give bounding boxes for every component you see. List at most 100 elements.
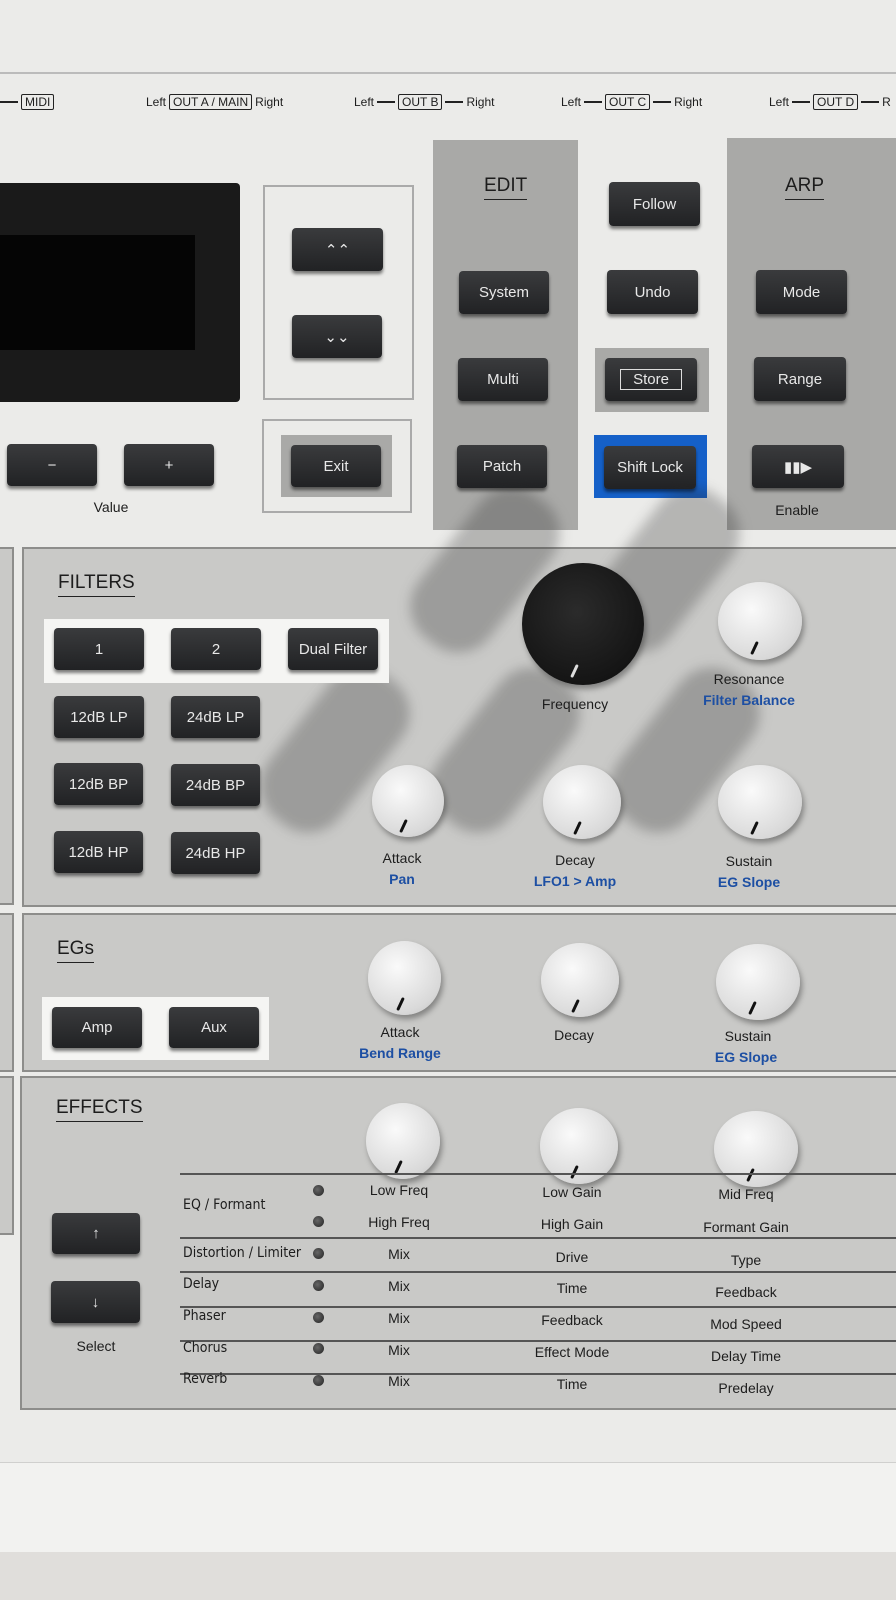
bend-range-label: Bend Range	[359, 1045, 441, 1061]
filters-title: FILTERS	[58, 572, 135, 597]
filter-eg-slope-label: EG Slope	[717, 874, 781, 890]
nav-box	[263, 185, 414, 400]
effect-param3-knob[interactable]	[714, 1111, 798, 1187]
24db-hp-button[interactable]: 24dB HP	[171, 832, 260, 874]
midi-label: MIDI	[21, 94, 55, 110]
delay-led	[313, 1280, 324, 1291]
filter-balance-label: Filter Balance	[703, 692, 795, 708]
12db-lp-button[interactable]: 12dB LP	[54, 696, 144, 738]
aux-eg-button[interactable]: Aux	[169, 1007, 259, 1048]
lcd-display	[0, 183, 240, 402]
egs-title: EGs	[57, 938, 94, 963]
effects-cell: Mix	[388, 1246, 410, 1262]
effects-cell: Mod Speed	[710, 1316, 782, 1332]
table-divider	[180, 1271, 896, 1273]
effect-select-up-button[interactable]: ↑	[52, 1213, 140, 1254]
system-button[interactable]: System	[459, 271, 549, 314]
filter-attack-knob[interactable]	[372, 765, 444, 837]
filter-sustain-knob[interactable]	[718, 765, 802, 839]
enable-label: Enable	[775, 502, 819, 518]
eg-attack-knob[interactable]	[368, 941, 441, 1015]
right-label: Right	[674, 95, 703, 109]
effect-select-down-button[interactable]: ↓	[51, 1281, 140, 1323]
distortion-led	[313, 1248, 324, 1259]
value-label: Value	[93, 499, 129, 515]
table-divider	[180, 1306, 896, 1308]
effects-cell: Feedback	[541, 1312, 603, 1328]
effects-row-name: Phaser	[183, 1308, 226, 1324]
effects-row-name: Chorus	[183, 1340, 228, 1356]
value-plus-button[interactable]: +	[124, 444, 214, 486]
frequency-label: Frequency	[541, 696, 609, 712]
eg-decay-knob[interactable]	[541, 943, 619, 1017]
12db-bp-button[interactable]: 12dB BP	[54, 763, 143, 805]
out-c: OUT C	[605, 94, 651, 110]
left-strip	[0, 1076, 14, 1235]
follow-button[interactable]: Follow	[609, 182, 700, 226]
store-label: Store	[620, 369, 682, 390]
dual-filter-button[interactable]: Dual Filter	[288, 628, 378, 670]
effects-cell: Time	[556, 1280, 588, 1296]
arp-mode-button[interactable]: Mode	[756, 270, 847, 314]
effects-cell: Time	[556, 1376, 588, 1392]
out-d: OUT D	[813, 94, 859, 110]
left-label: Left	[561, 95, 582, 109]
chorus-led	[313, 1343, 324, 1354]
filter-sustain-label: Sustain	[725, 853, 773, 869]
eg-sustain-label: Sustain	[724, 1028, 772, 1044]
edit-title: EDIT	[484, 175, 528, 200]
effects-cell: Type	[730, 1252, 762, 1268]
page-up-button[interactable]: ⌃⌃	[292, 228, 383, 271]
effects-cell: Drive	[555, 1249, 589, 1265]
eg-slope-label: EG Slope	[714, 1049, 778, 1065]
pan-label: Pan	[389, 871, 415, 887]
patch-button[interactable]: Patch	[457, 445, 547, 488]
arp-enable-button[interactable]: ▮▮▶	[752, 445, 844, 488]
effects-row-name: Reverb	[183, 1371, 228, 1387]
frequency-knob[interactable]	[522, 563, 644, 685]
table-divider	[180, 1237, 896, 1239]
out-a-label: Left OUT A / MAIN Right	[146, 94, 283, 110]
out-d-label: Left OUT D R	[769, 94, 891, 110]
left-strip	[0, 547, 14, 905]
arp-range-button[interactable]: Range	[754, 357, 846, 401]
out-b-label: Left OUT B Right	[354, 94, 494, 110]
effects-cell: Mix	[388, 1310, 410, 1326]
effects-cell: Mid Freq	[718, 1186, 774, 1202]
eg-attack-label: Attack	[380, 1024, 420, 1040]
value-minus-button[interactable]: −	[7, 444, 97, 486]
exit-button[interactable]: Exit	[291, 445, 381, 487]
left-strip	[0, 913, 14, 1072]
filter-1-button[interactable]: 1	[54, 628, 144, 670]
shift-lock-button[interactable]: Shift Lock	[604, 446, 696, 489]
effects-row-name: EQ / Formant	[183, 1197, 266, 1213]
page-down-button[interactable]: ⌄⌄	[292, 315, 382, 358]
12db-hp-button[interactable]: 12dB HP	[54, 831, 143, 873]
amp-eg-button[interactable]: Amp	[52, 1007, 142, 1048]
table-divider	[180, 1173, 896, 1175]
right-label: Right	[466, 95, 495, 109]
undo-button[interactable]: Undo	[607, 270, 698, 314]
store-button[interactable]: Store	[605, 358, 697, 401]
effect-param1-knob[interactable]	[366, 1103, 440, 1179]
resonance-knob[interactable]	[718, 582, 802, 660]
24db-bp-button[interactable]: 24dB BP	[171, 764, 260, 806]
eg-decay-label: Decay	[554, 1027, 594, 1043]
arp-title: ARP	[785, 175, 825, 200]
multi-button[interactable]: Multi	[458, 358, 548, 401]
filter-decay-knob[interactable]	[543, 765, 621, 839]
eg-sustain-knob[interactable]	[716, 944, 800, 1020]
effects-cell: Formant Gain	[703, 1219, 789, 1235]
effects-cell: Feedback	[715, 1284, 777, 1300]
effects-cell: Low Gain	[542, 1184, 602, 1200]
phaser-led	[313, 1312, 324, 1323]
effects-cell: Mix	[388, 1342, 410, 1358]
filter-2-button[interactable]: 2	[171, 628, 261, 670]
effects-cell: High Gain	[540, 1216, 604, 1232]
24db-lp-button[interactable]: 24dB LP	[171, 696, 260, 738]
effects-cell: Low Freq	[369, 1182, 429, 1198]
right-label: R	[882, 95, 891, 109]
reverb-led	[313, 1375, 324, 1386]
eq-high-led	[313, 1216, 324, 1227]
effects-cell: High Freq	[368, 1214, 430, 1230]
